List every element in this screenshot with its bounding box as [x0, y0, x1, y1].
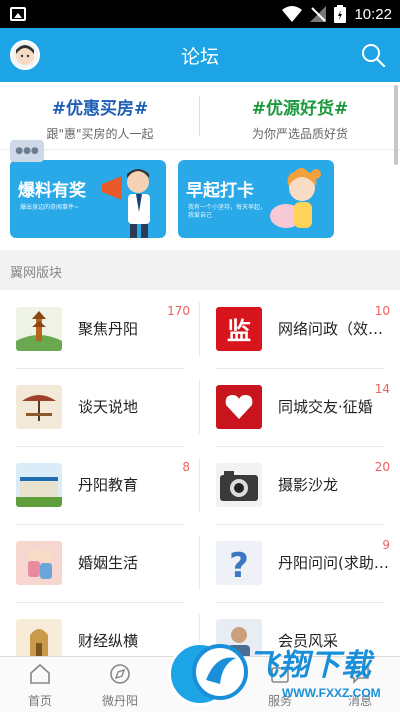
heart-icon [216, 385, 262, 429]
forum-item[interactable]: ? 丹阳问问(求助… 9 [200, 524, 400, 602]
hot-badge: ●●● [10, 140, 44, 162]
no-signal-icon [310, 6, 327, 22]
watermark-logo-icon [192, 644, 248, 700]
section-header: 翼网版块 [0, 250, 400, 290]
banner-row: 爆料有奖 爆出身边的奇闻事件~ 早起打卡 我有一个小坚持，每天早起，我爱自己 [0, 150, 400, 250]
tab-label: 微丹阳 [101, 694, 138, 708]
watermark-text: 飞翔下载 [248, 648, 372, 683]
forum-name: 婚姻生活 [78, 554, 139, 572]
megaphone-man-icon [102, 169, 150, 238]
building-icon [16, 619, 62, 656]
school-icon [16, 463, 62, 507]
status-icons: 10:22 [282, 4, 392, 24]
question-icon: ? [216, 541, 262, 585]
svg-text:监: 监 [227, 317, 251, 345]
camera-icon [216, 463, 262, 507]
section-title: 翼网版块 [10, 266, 63, 281]
post-count: 10 [374, 304, 390, 318]
clock: 10:22 [354, 5, 392, 23]
post-count: 9 [382, 538, 390, 552]
pagoda-icon [16, 307, 62, 351]
wifi-icon [282, 6, 303, 22]
girl-pillow-icon [270, 168, 321, 228]
page-title: 论坛 [180, 46, 219, 68]
banner-title: 早起打卡 [186, 181, 254, 201]
couple-icon [16, 541, 62, 585]
promo-tag: #优惠买房# [51, 99, 149, 119]
forum-name: 同城交友·征婚 [278, 398, 373, 416]
forum-name: 网络问政（效… [278, 320, 384, 338]
gallery-icon [10, 7, 26, 21]
forum-item[interactable]: 摄影沙龙 20 [200, 446, 400, 524]
post-count: 20 [374, 460, 390, 474]
forum-name: 摄影沙龙 [278, 476, 339, 494]
tab-home[interactable]: 首页 [0, 657, 80, 712]
forum-name: 丹阳问问(求助… [278, 554, 389, 572]
banner-subtitle: 我有一个小坚持，每天早起，我爱自己 [188, 204, 267, 219]
forum-name: 谈天说地 [78, 398, 139, 416]
promo-tag: #优源好货# [251, 99, 349, 119]
forum-item[interactable]: 财经纵横 [0, 602, 200, 656]
search-icon[interactable] [360, 42, 386, 68]
post-count: 14 [374, 382, 390, 396]
forum-item[interactable]: 谈天说地 [0, 368, 200, 446]
forum-item[interactable]: 监 网络问政（效… 10 [200, 290, 400, 368]
forum-name: 财经纵横 [78, 632, 139, 650]
banner-report-prize[interactable]: 爆料有奖 爆出身边的奇闻事件~ [10, 160, 166, 238]
supervise-icon: 监 [216, 307, 262, 351]
forum-item[interactable]: 聚焦丹阳 170 [0, 290, 200, 368]
forum-grid: 聚焦丹阳 170 监 网络问政（效… 10 谈天说地 同城交友·征婚 14 丹阳… [0, 290, 400, 656]
forum-name: 丹阳教育 [78, 476, 139, 494]
banner-title: 爆料有奖 [18, 181, 86, 201]
top-bar: 论坛 [0, 28, 400, 82]
forum-item[interactable]: 婚姻生活 [0, 524, 200, 602]
post-count: 170 [167, 304, 190, 318]
forum-name: 聚焦丹阳 [78, 320, 139, 338]
tab-wei-danyang[interactable]: 微丹阳 [80, 657, 160, 712]
tab-label: 首页 [27, 694, 52, 708]
site-watermark: 飞翔下载 WWW.FXXZ.COM [192, 636, 400, 712]
svg-text:?: ? [229, 546, 249, 585]
post-count: 8 [182, 460, 190, 474]
promo-good-goods[interactable]: #优源好货# 为你严选品质好货 [200, 82, 400, 150]
watermark-url: WWW.FXXZ.COM [282, 686, 381, 700]
cafe-table-icon [16, 385, 62, 429]
banner-early-checkin[interactable]: 早起打卡 我有一个小坚持，每天早起，我爱自己 [178, 160, 334, 238]
scrollbar[interactable] [394, 85, 398, 165]
banner-subtitle: 爆出身边的奇闻事件~ [20, 204, 80, 211]
forum-item[interactable]: 丹阳教育 8 [0, 446, 200, 524]
home-icon [30, 663, 50, 684]
forum-item[interactable]: 同城交友·征婚 14 [200, 368, 400, 446]
promo-subtitle: 为你严选品质好货 [251, 127, 348, 141]
compass-icon [110, 664, 130, 684]
battery-icon [334, 5, 347, 23]
promo-strip: #优惠买房# 跟"惠"买房的人一起 #优源好货# 为你严选品质好货 [0, 82, 400, 150]
status-bar: 10:22 [0, 0, 400, 28]
